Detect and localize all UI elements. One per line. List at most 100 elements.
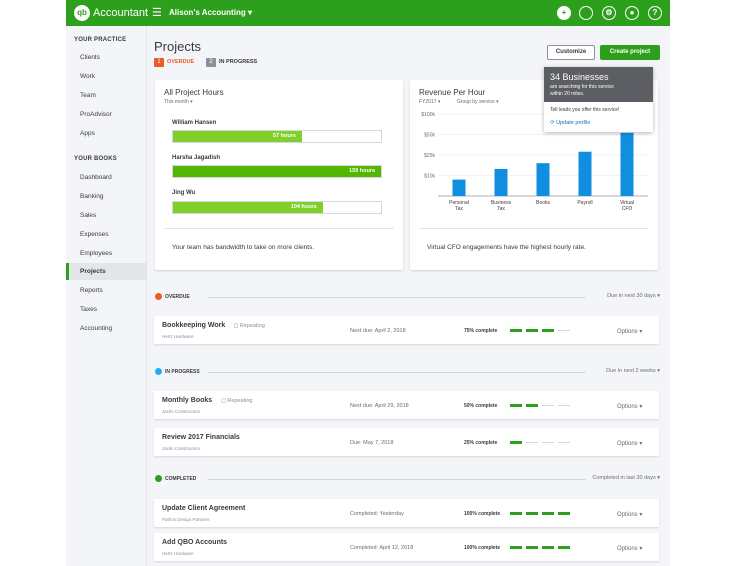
project-hours-title: All Project Hours: [164, 88, 224, 97]
project-title[interactable]: Review 2017 Financials: [162, 434, 240, 441]
project-title[interactable]: Add QBO Accounts: [162, 539, 227, 546]
project-hours-period[interactable]: This month ▾: [164, 99, 193, 105]
menu-icon[interactable]: ☰: [152, 6, 162, 19]
progress-segment: [526, 404, 538, 407]
group-by-label: Group by service: [457, 99, 495, 105]
sidebar-item-clients[interactable]: Clients: [66, 49, 146, 66]
table-row[interactable]: Bookkeeping Work ◻ Repeating Hertz Hardwar…: [154, 316, 659, 344]
gear-icon[interactable]: ⚙: [602, 6, 616, 20]
overdue-filter[interactable]: OVERDUE: [167, 59, 194, 65]
sidebar-item-expenses[interactable]: Expenses: [66, 226, 146, 243]
sidebar-item-reports[interactable]: Reports: [66, 282, 146, 299]
client-name: Hertz Hardware: [162, 334, 194, 339]
section-inprogress-dot: [155, 368, 162, 375]
create-project-button[interactable]: Create project: [600, 45, 660, 60]
revenue-period: FY2017: [419, 99, 437, 105]
project-hours-insight: Your team has bandwidth to take on more …: [172, 244, 315, 251]
customize-button[interactable]: Customize: [547, 45, 595, 60]
company-switcher[interactable]: Alison's Accounting ▾: [169, 8, 252, 17]
progress-segment: [558, 512, 570, 515]
options-label: Options: [617, 441, 638, 447]
sidebar-item-team[interactable]: Team: [66, 87, 146, 104]
options-label: Options: [617, 546, 638, 552]
sidebar-item-projects[interactable]: Projects: [66, 263, 146, 280]
sidebar-item-sales[interactable]: Sales: [66, 207, 146, 224]
bar: [452, 179, 466, 196]
options-menu[interactable]: Options ▾: [617, 440, 642, 447]
options-menu[interactable]: Options ▾: [617, 545, 642, 552]
refresh-icon: ⟳: [550, 120, 555, 126]
sidebar-item-banking[interactable]: Banking: [66, 188, 146, 205]
sidebar-item-employees[interactable]: Employees: [66, 245, 146, 262]
x-tick-label: Virtual CFO: [620, 200, 634, 212]
progress-segment: [542, 546, 554, 549]
section-divider: [208, 479, 586, 480]
options-menu[interactable]: Options ▾: [617, 403, 642, 410]
sidebar-item-taxes[interactable]: Taxes: [66, 301, 146, 318]
user-icon[interactable]: ●: [625, 6, 639, 20]
bar: [536, 163, 550, 196]
sidebar-item-work[interactable]: Work: [66, 68, 146, 85]
search-icon[interactable]: [579, 6, 593, 20]
leads-text-distance: within 20 miles.: [550, 91, 585, 97]
section-inprogress-label: IN PROGRESS: [165, 369, 200, 375]
revenue-period-select[interactable]: FY2017 ▾: [419, 99, 440, 105]
sidebar-item-apps[interactable]: Apps: [66, 125, 146, 142]
project-title[interactable]: Monthly Books: [162, 397, 212, 404]
section-overdue-filter[interactable]: Due in next 30 days ▾: [546, 293, 660, 299]
x-tick-label: Business Tax: [491, 200, 512, 212]
leads-prompt: Tell leads you offer this service!: [550, 107, 620, 113]
sidebar-heading-books: YOUR BOOKS: [74, 156, 118, 162]
sidebar-heading-practice: YOUR PRACTICE: [74, 37, 127, 43]
progress-segment: [510, 441, 522, 444]
progress-segment: [542, 442, 554, 443]
chevron-down-icon: ▾: [655, 368, 660, 374]
sidebar-item-dashboard[interactable]: Dashboard: [66, 169, 146, 186]
chevron-down-icon: ▾: [637, 512, 643, 518]
brand-name: Accountant: [93, 7, 149, 19]
progress-segment: [510, 546, 522, 549]
progress-segment: [526, 329, 538, 332]
section-completed-filter[interactable]: Completed in last 30 days ▾: [546, 475, 660, 481]
table-row[interactable]: Add QBO Accounts Hertz Hardware Completed:…: [154, 533, 659, 561]
chevron-down-icon: ▾: [637, 441, 643, 447]
table-row[interactable]: Review 2017 Financials Jaclin Constructio…: [154, 428, 659, 456]
bar: [494, 168, 508, 196]
progress-segment: [558, 330, 570, 331]
sidebar-item-accounting[interactable]: Accounting: [66, 320, 146, 337]
project-title[interactable]: Update Client Agreement: [162, 505, 245, 512]
percent-complete: 75% complete: [464, 328, 498, 334]
plus-icon[interactable]: +: [557, 6, 571, 20]
divider: [164, 228, 394, 229]
options-label: Options: [617, 512, 638, 518]
progress-segment: [558, 546, 570, 549]
update-profile-link[interactable]: ⟳ Update profile: [550, 120, 590, 126]
group-by-select[interactable]: Group by service ▾: [457, 99, 499, 105]
progress-segment: [542, 405, 554, 406]
section-inprogress-filter[interactable]: Due in next 2 weeks ▾: [546, 368, 660, 374]
progress-segment: [526, 546, 538, 549]
page-title: Projects: [154, 39, 201, 54]
sidebar-item-proadvisor[interactable]: ProAdvisor: [66, 106, 146, 123]
bar: [620, 132, 634, 196]
help-icon[interactable]: ?: [648, 6, 662, 20]
table-row[interactable]: Monthly Books ◻ Repeating Jaclin Construct…: [154, 391, 659, 419]
progress-segment: [526, 442, 538, 443]
quickbooks-logo: qb: [74, 5, 90, 21]
x-tick-label: Personal Tax: [449, 200, 469, 212]
percent-complete: 25% complete: [464, 440, 498, 446]
options-label: Options: [617, 329, 638, 335]
hours-bar-track: 57 hours: [172, 130, 382, 143]
due-date: Next due: April 2, 2018: [350, 328, 406, 334]
employee-name: William Hansen: [172, 120, 217, 126]
progress-bar: [510, 441, 573, 444]
project-title[interactable]: Bookkeeping Work: [162, 322, 225, 329]
options-menu[interactable]: Options ▾: [617, 328, 642, 335]
table-row[interactable]: Update Client Agreement Pathos Design Par…: [154, 499, 659, 527]
filter-label: Due in next 2 weeks: [606, 368, 656, 374]
update-profile-label: Update profile: [556, 120, 591, 126]
inprogress-filter[interactable]: IN PROGRESS: [219, 59, 257, 65]
client-name: Hertz Hardware: [162, 551, 194, 556]
options-menu[interactable]: Options ▾: [617, 511, 642, 518]
revenue-insight: Virtual CFO engagements have the highest…: [427, 244, 586, 251]
